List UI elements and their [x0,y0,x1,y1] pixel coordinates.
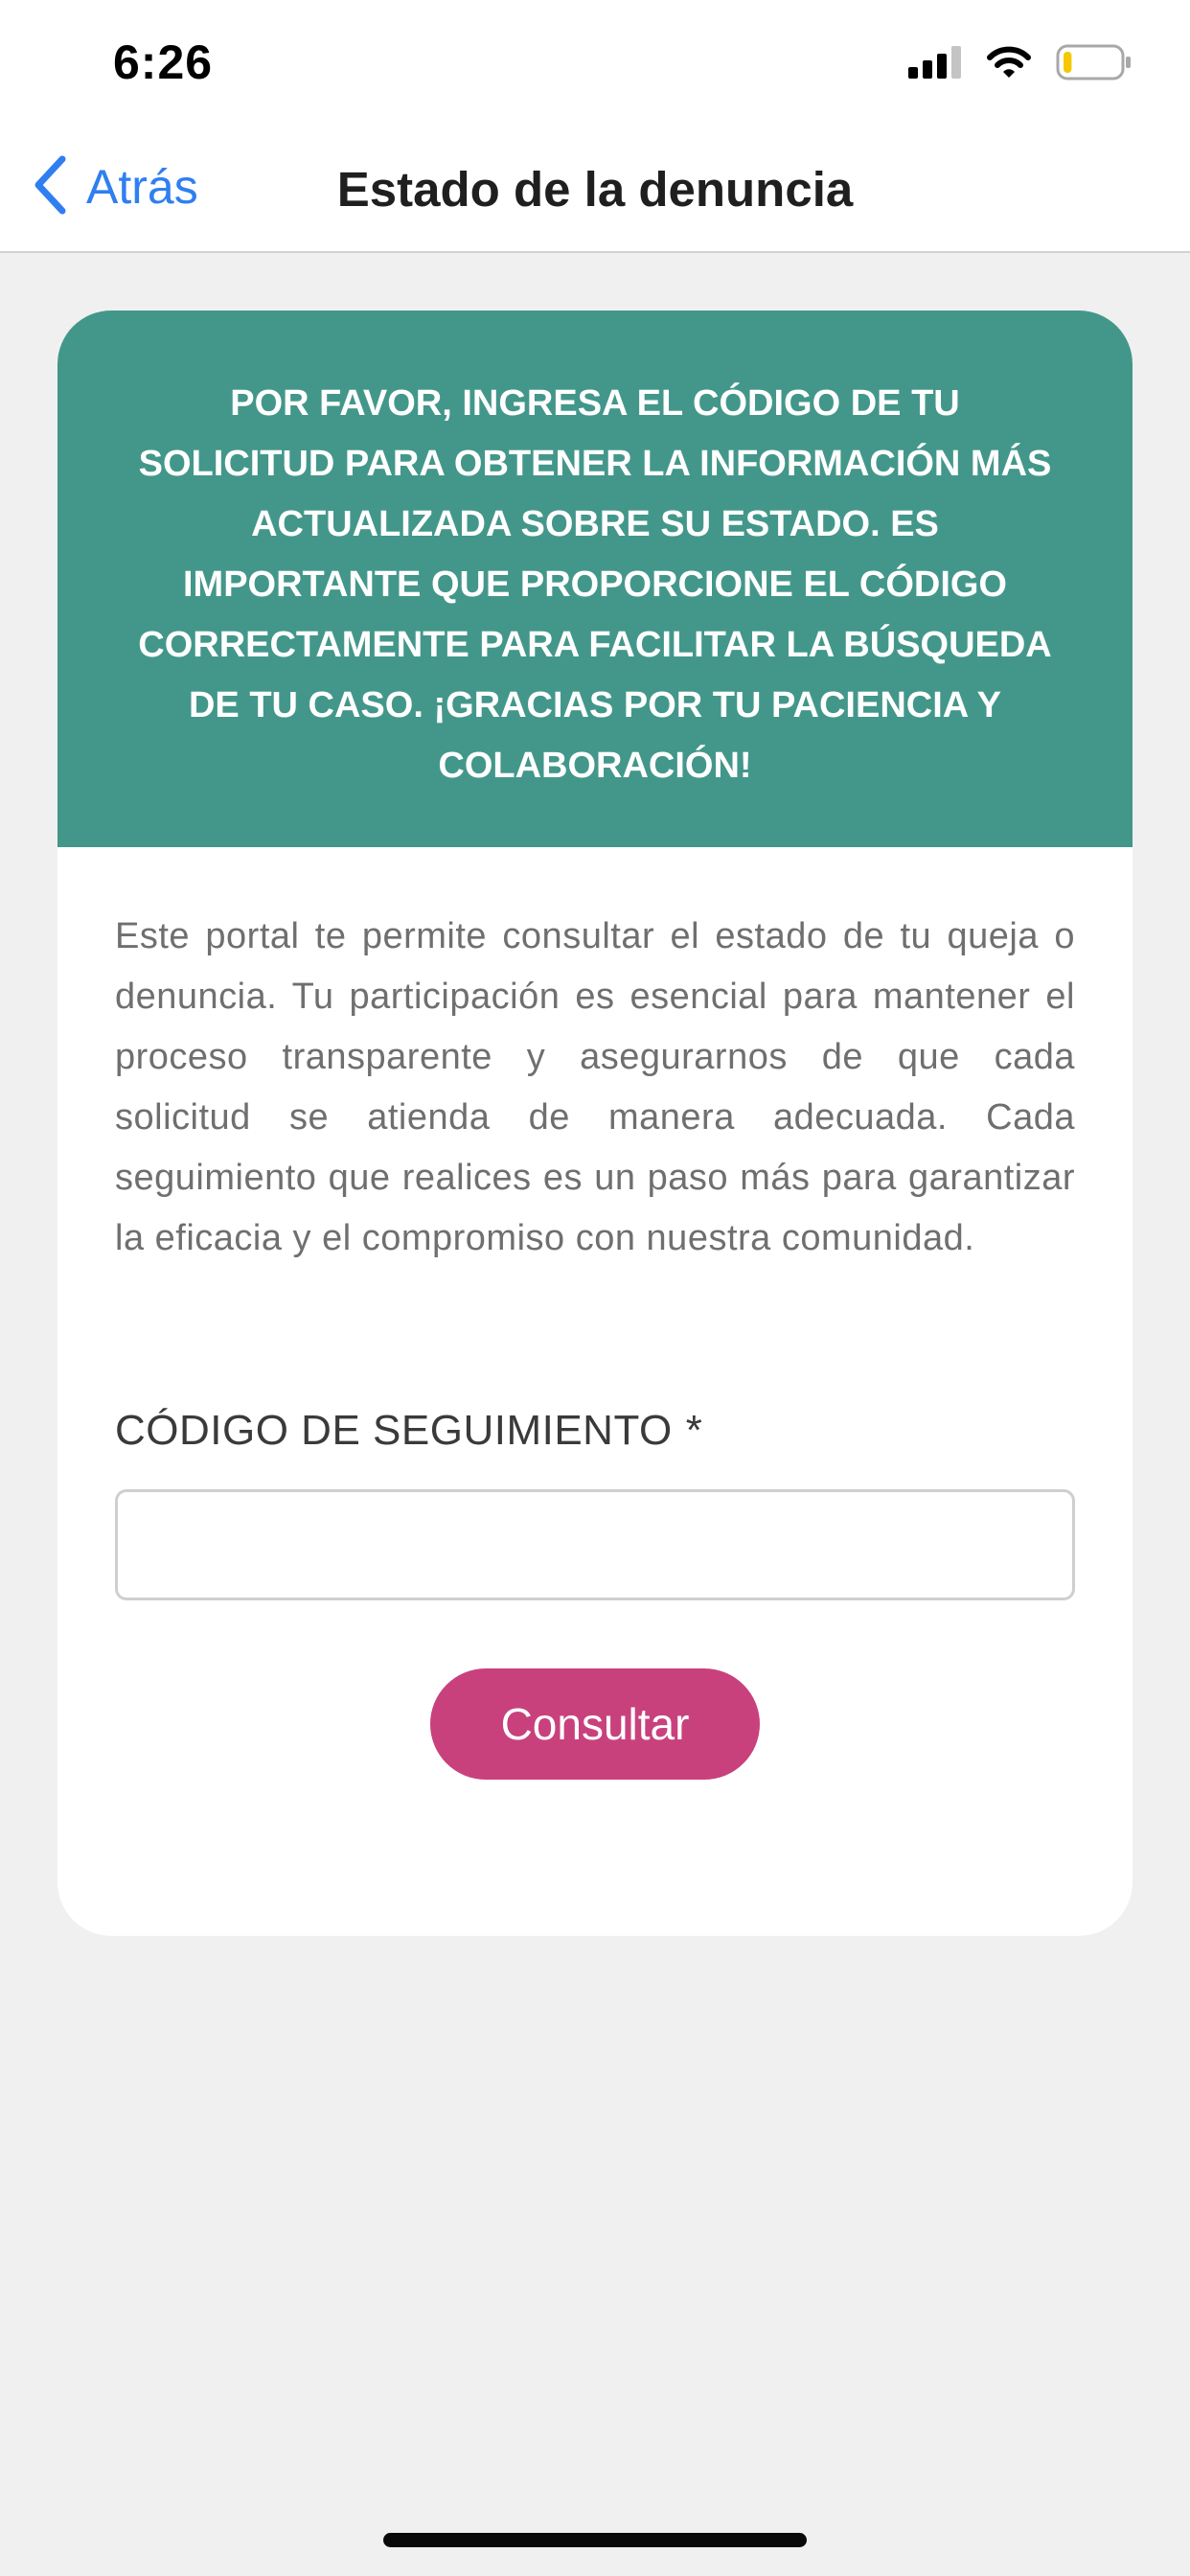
portal-description: Este portal te permite consultar el esta… [115,916,1075,1258]
consult-button[interactable]: Consultar [430,1668,760,1780]
required-mark: * [685,1407,703,1454]
tracking-code-label: CÓDIGO DE SEGUIMIENTO * [115,1407,702,1455]
navigation-bar: Atrás Estado de la denuncia [0,125,1190,253]
tracking-code-input[interactable] [115,1489,1075,1600]
banner-text: POR FAVOR, INGRESA EL CÓDIGO DE TU SOLIC… [138,383,1052,786]
battery-icon [1056,43,1133,86]
cellular-signal-icon [908,45,962,83]
tracking-code-label-text: CÓDIGO DE SEGUIMIENTO [115,1407,673,1454]
page-title: Estado de la denuncia [336,162,854,217]
status-time: 6:26 [113,35,214,89]
battery-fill [1064,51,1072,73]
home-indicator [383,2533,807,2547]
status-query-card: POR FAVOR, INGRESA EL CÓDIGO DE TU SOLIC… [57,310,1133,1936]
wifi-icon [987,46,1031,83]
status-icons [908,42,1133,86]
status-bar: 6:26 [0,0,1190,125]
instruction-banner: POR FAVOR, INGRESA EL CÓDIGO DE TU SOLIC… [57,310,1133,847]
